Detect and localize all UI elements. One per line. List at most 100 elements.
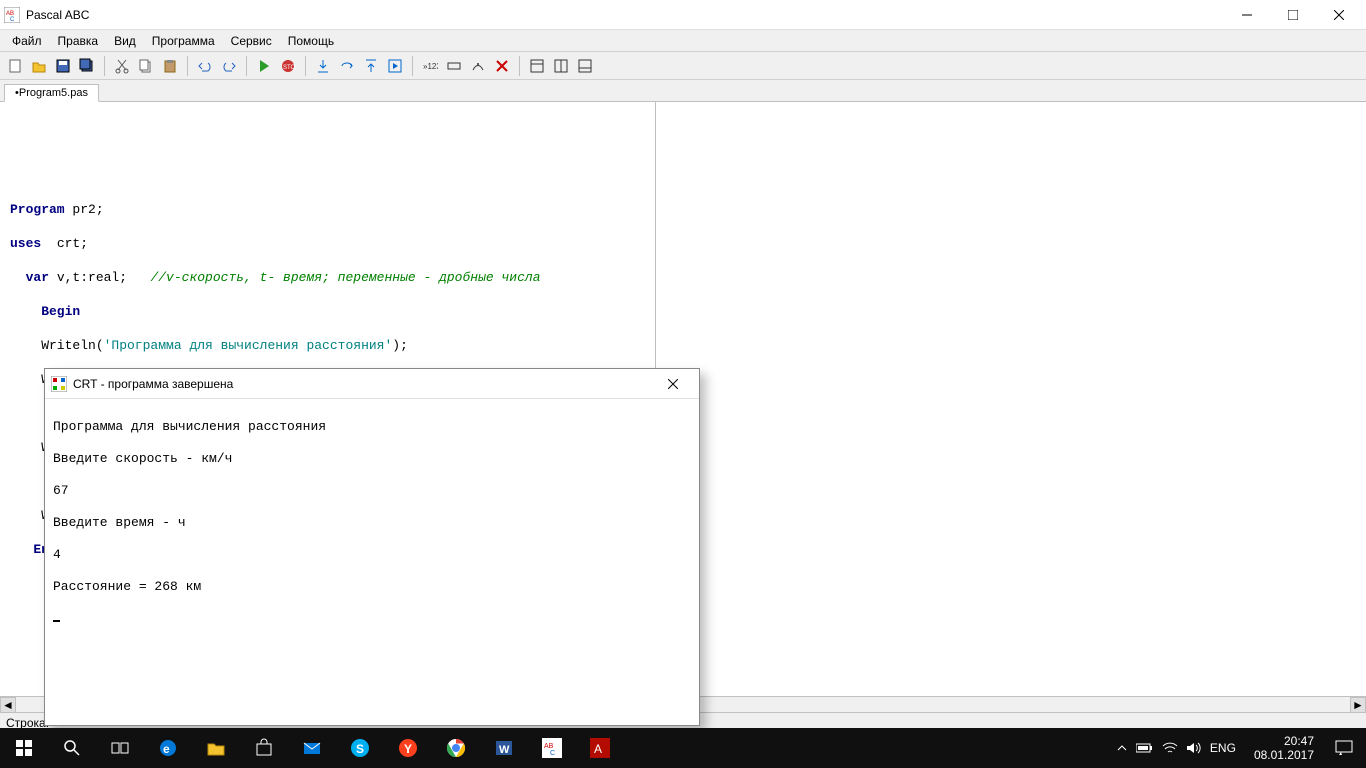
file-tab[interactable]: •Program5.pas — [4, 84, 99, 102]
word-icon[interactable]: W — [480, 728, 528, 768]
adobe-reader-icon[interactable]: A — [576, 728, 624, 768]
svg-text:AB: AB — [544, 743, 554, 750]
crt-window[interactable]: CRT - программа завершена Программа для … — [44, 368, 700, 726]
menu-program[interactable]: Программа — [144, 32, 223, 50]
action-center-icon[interactable] — [1322, 728, 1366, 768]
crt-line: Программа для вычисления расстояния — [53, 419, 691, 435]
titlebar: ABC Pascal ABC — [0, 0, 1366, 30]
minimize-button[interactable] — [1224, 0, 1270, 30]
locals-icon[interactable] — [467, 55, 489, 77]
toolbar-separator — [104, 56, 105, 76]
battery-icon[interactable] — [1136, 742, 1154, 754]
toolbar: STOP »123 — [0, 52, 1366, 80]
wifi-icon[interactable] — [1162, 742, 1178, 754]
mail-icon[interactable] — [288, 728, 336, 768]
step-over-icon[interactable] — [336, 55, 358, 77]
svg-text:C: C — [550, 750, 555, 757]
clock[interactable]: 20:47 08.01.2017 — [1246, 734, 1322, 762]
toolbar-separator — [305, 56, 306, 76]
stop-icon[interactable]: STOP — [277, 55, 299, 77]
toolbar-separator — [246, 56, 247, 76]
code-line: Program pr2; — [10, 201, 645, 218]
yandex-icon[interactable]: Y — [384, 728, 432, 768]
menubar: Файл Правка Вид Программа Сервис Помощь — [0, 30, 1366, 52]
menu-file[interactable]: Файл — [4, 32, 50, 50]
toolbar-separator — [519, 56, 520, 76]
right-panel — [656, 102, 1366, 712]
window-controls — [1224, 0, 1362, 30]
save-icon[interactable] — [52, 55, 74, 77]
crt-app-icon — [51, 376, 67, 392]
output-window-icon[interactable] — [526, 55, 548, 77]
crt-output: Программа для вычисления расстояния Введ… — [45, 399, 699, 663]
crt-line: Введите скорость - км/ч — [53, 451, 691, 467]
start-button[interactable] — [0, 728, 48, 768]
app-icon: ABC — [4, 7, 20, 23]
toolbar-separator — [187, 56, 188, 76]
close-button[interactable] — [1316, 0, 1362, 30]
run-to-cursor-icon[interactable] — [384, 55, 406, 77]
redo-icon[interactable] — [218, 55, 240, 77]
svg-text:e: e — [163, 742, 170, 756]
crt-line: Введите время - ч — [53, 515, 691, 531]
task-view-icon[interactable] — [96, 728, 144, 768]
crt-line: 67 — [53, 483, 691, 499]
help-window-icon[interactable] — [574, 55, 596, 77]
store-icon[interactable] — [240, 728, 288, 768]
skype-icon[interactable]: S — [336, 728, 384, 768]
run-icon[interactable] — [253, 55, 275, 77]
svg-text:C: C — [10, 17, 15, 23]
app-title: Pascal ABC — [26, 8, 1224, 22]
search-icon[interactable] — [48, 728, 96, 768]
menu-service[interactable]: Сервис — [223, 32, 280, 50]
code-line — [10, 167, 645, 184]
maximize-button[interactable] — [1270, 0, 1316, 30]
edge-icon[interactable]: e — [144, 728, 192, 768]
clock-time: 20:47 — [1254, 734, 1314, 748]
open-file-icon[interactable] — [28, 55, 50, 77]
menu-help[interactable]: Помощь — [280, 32, 342, 50]
clear-icon[interactable] — [491, 55, 513, 77]
crt-line: 4 — [53, 547, 691, 563]
svg-text:W: W — [499, 744, 510, 756]
crt-titlebar[interactable]: CRT - программа завершена — [45, 369, 699, 399]
crt-cursor — [53, 611, 691, 627]
system-tray: ENG — [1106, 741, 1246, 755]
code-line: uses crt; — [10, 235, 645, 252]
language-indicator[interactable]: ENG — [1210, 741, 1236, 755]
toolbar-separator — [412, 56, 413, 76]
volume-icon[interactable] — [1186, 741, 1202, 755]
pascal-abc-taskbar-icon[interactable]: ABC — [528, 728, 576, 768]
new-file-icon[interactable] — [4, 55, 26, 77]
taskbar: e S Y W ABC A ENG 20:47 08.01.2017 — [0, 728, 1366, 768]
clock-date: 08.01.2017 — [1254, 748, 1314, 762]
scroll-right-icon[interactable]: ► — [1350, 697, 1366, 713]
scroll-left-icon[interactable]: ◄ — [0, 697, 16, 713]
messages-window-icon[interactable] — [550, 55, 572, 77]
chrome-icon[interactable] — [432, 728, 480, 768]
step-into-icon[interactable] — [312, 55, 334, 77]
cut-icon[interactable] — [111, 55, 133, 77]
svg-text:A: A — [594, 742, 602, 756]
crt-close-button[interactable] — [653, 370, 693, 398]
tabbar: •Program5.pas — [0, 80, 1366, 102]
save-all-icon[interactable] — [76, 55, 98, 77]
paste-icon[interactable] — [159, 55, 181, 77]
menu-view[interactable]: Вид — [106, 32, 144, 50]
crt-title-text: CRT - программа завершена — [73, 377, 653, 391]
menu-edit[interactable]: Правка — [50, 32, 107, 50]
svg-text:S: S — [356, 742, 364, 756]
code-line: var v,t:real; //v-скорость, t- время; пе… — [10, 269, 645, 286]
code-line: Begin — [10, 303, 645, 320]
svg-text:Y: Y — [404, 742, 412, 756]
undo-icon[interactable] — [194, 55, 216, 77]
crt-line: Расстояние = 268 км — [53, 579, 691, 595]
svg-text:STOP: STOP — [283, 65, 296, 71]
copy-icon[interactable] — [135, 55, 157, 77]
breakpoint-icon[interactable] — [443, 55, 465, 77]
watch-icon[interactable]: »123 — [419, 55, 441, 77]
tray-chevron-up-icon[interactable] — [1116, 742, 1128, 754]
file-explorer-icon[interactable] — [192, 728, 240, 768]
step-out-icon[interactable] — [360, 55, 382, 77]
svg-text:»123: »123 — [423, 62, 438, 71]
